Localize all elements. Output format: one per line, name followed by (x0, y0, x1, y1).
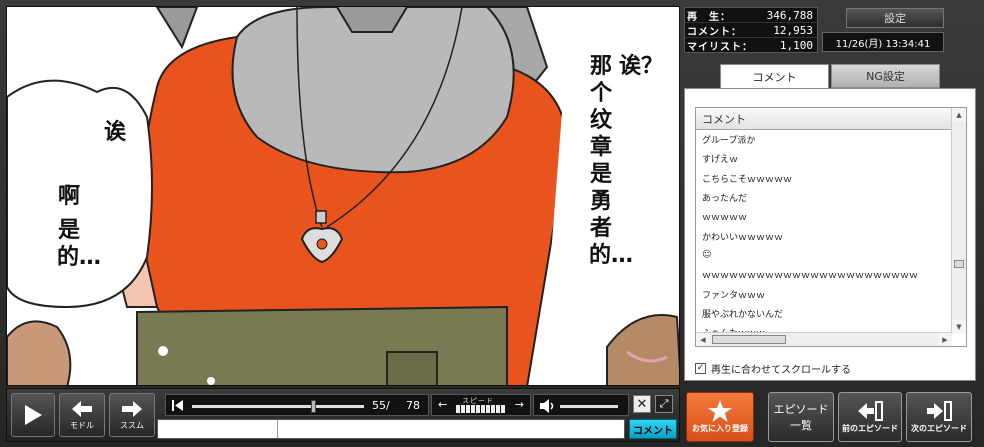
speed-up-icon[interactable]: → (515, 398, 524, 411)
speech-text-5: 那个纹章是勇者的… (589, 54, 634, 268)
autoscroll-option[interactable]: ✓ 再生に合わせてスクロールする (695, 361, 851, 376)
comment-command-field[interactable] (158, 420, 278, 438)
comment-hide-button[interactable]: ✕ (633, 395, 651, 413)
mylist-row: マイリスト： 1,100 (685, 38, 817, 53)
scroll-right-icon[interactable]: ▶ (938, 333, 952, 346)
comment-list-header[interactable]: コメント (696, 108, 966, 130)
scroll-up-icon[interactable]: ▲ (952, 108, 966, 122)
player-controls: モドル ススム 55/ 78 ← スピード → ✕ ⤢ コメント (6, 388, 680, 442)
autoscroll-label: 再生に合わせてスクロールする (711, 365, 851, 376)
scroll-down-icon[interactable]: ▼ (952, 320, 966, 334)
skip-start-icon[interactable] (172, 400, 184, 411)
mylist-label: マイリスト： (687, 42, 753, 53)
mylist-count: 1,100 (779, 39, 813, 52)
comment-row[interactable]: 服やぶれかないんだ (696, 304, 952, 323)
speed-level (456, 405, 505, 413)
comment-row[interactable]: すげえｗ (696, 149, 952, 168)
tab-ng-settings[interactable]: NG設定 (831, 64, 940, 88)
next-episode-label: 次のエピソード (911, 423, 967, 433)
views-label: 再 生： (687, 11, 731, 23)
back-button[interactable]: モドル (59, 393, 105, 437)
star-icon (708, 400, 732, 422)
next-episode-icon (927, 400, 952, 421)
play-button[interactable] (11, 393, 55, 437)
arrow-right-icon (122, 400, 142, 417)
arrow-left-icon (72, 400, 92, 417)
favorite-label: お気に入り登録 (692, 424, 748, 433)
speech-text-1: 诶 (103, 120, 126, 145)
comments-label: コメント： (687, 26, 742, 38)
player-window: 诶 啊 是的… 诶？ 那个纹章是勇者的… 再 生： 346,788 コメント： … (0, 0, 984, 447)
vertical-scroll-thumb[interactable] (954, 260, 964, 268)
next-episode-button[interactable]: 次のエピソード (906, 392, 972, 442)
comment-row[interactable]: グループ派か (696, 130, 952, 149)
manga-illustration (7, 7, 679, 385)
views-count: 346,788 (766, 8, 813, 22)
volume-control[interactable] (533, 394, 629, 416)
comment-row[interactable]: かわいいｗｗｗｗｗ (696, 226, 952, 245)
comment-submit-button[interactable]: コメント (629, 419, 677, 439)
expand-icon: ⤢ (659, 397, 669, 410)
volume-track[interactable] (560, 405, 618, 408)
fullscreen-button[interactable]: ⤢ (655, 395, 673, 413)
episode-list-label-1: エピソード (773, 403, 829, 416)
comment-row[interactable]: ☺ (696, 246, 952, 265)
episode-list-button[interactable]: エピソード 一覧 (768, 392, 834, 442)
total-length: 78 (406, 399, 420, 412)
seek-bar[interactable]: 55/ 78 (165, 394, 429, 416)
back-label: モドル (70, 420, 94, 430)
speech-text-3: 是的… (57, 218, 102, 270)
speaker-icon[interactable] (540, 399, 556, 413)
horizontal-scroll-thumb[interactable] (712, 335, 786, 344)
seek-track[interactable] (192, 400, 364, 413)
prev-episode-icon (858, 400, 883, 421)
autoscroll-checkbox[interactable]: ✓ (695, 363, 706, 374)
scroll-left-icon[interactable]: ◀ (696, 333, 710, 346)
speed-down-icon[interactable]: ← (438, 398, 447, 411)
comment-list[interactable]: コメント グループ派か すげえｗ こちらこそｗｗｗｗｗ あったんだ ｗｗｗｗｗ … (695, 107, 967, 347)
comment-row[interactable]: ｗｗｗｗｗｗｗｗｗｗｗｗｗｗｗｗｗｗｗｗｗｗｗｗ (696, 265, 952, 284)
play-icon (25, 405, 42, 425)
forward-button[interactable]: ススム (109, 393, 155, 437)
speech-text-4: 诶？ (619, 54, 664, 79)
datetime-display: 11/26(月) 13:34:41 (822, 32, 944, 52)
prev-episode-button[interactable]: 前のエピソード (838, 392, 902, 442)
settings-button[interactable]: 設定 (846, 8, 944, 28)
views-row: 再 生： 346,788 (685, 8, 817, 23)
current-position: 55/ (372, 399, 390, 412)
comments-count: 12,953 (773, 23, 813, 37)
comment-list-body: グループ派か すげえｗ こちらこそｗｗｗｗｗ あったんだ ｗｗｗｗｗ かわいいｗ… (696, 130, 952, 336)
stats-panel: 再 生： 346,788 コメント： 12,953 マイリスト： 1,100 (684, 7, 818, 53)
close-icon: ✕ (636, 396, 648, 412)
comment-row[interactable]: こちらこそｗｗｗｗｗ (696, 169, 952, 188)
forward-label: ススム (120, 420, 144, 430)
comments-row: コメント： 12,953 (685, 23, 817, 38)
comment-row[interactable]: ファンタｗｗｗ (696, 284, 952, 303)
comment-panel: コメント グループ派か すげえｗ こちらこそｗｗｗｗｗ あったんだ ｗｗｗｗｗ … (684, 88, 976, 381)
speed-control[interactable]: ← スピード → (431, 394, 531, 416)
seek-thumb[interactable] (311, 400, 316, 413)
comment-row[interactable]: ｗｗｗｗｗ (696, 207, 952, 226)
favorite-button[interactable]: お気に入り登録 (686, 392, 754, 442)
tab-comment[interactable]: コメント (720, 64, 829, 89)
speech-text-2: 啊 (57, 184, 80, 209)
episode-list-label-2: 一覧 (790, 419, 812, 432)
vertical-scrollbar[interactable]: ▲ ▼ (951, 108, 966, 334)
panel-tabs: コメント NG設定 (720, 64, 940, 89)
comment-input[interactable] (157, 419, 625, 439)
comment-row[interactable]: あったんだ (696, 188, 952, 207)
video-canvas[interactable]: 诶 啊 是的… 诶？ 那个纹章是勇者的… (6, 6, 680, 386)
prev-episode-label: 前のエピソード (842, 423, 898, 433)
horizontal-scrollbar[interactable]: ◀ ▶ (696, 332, 952, 346)
